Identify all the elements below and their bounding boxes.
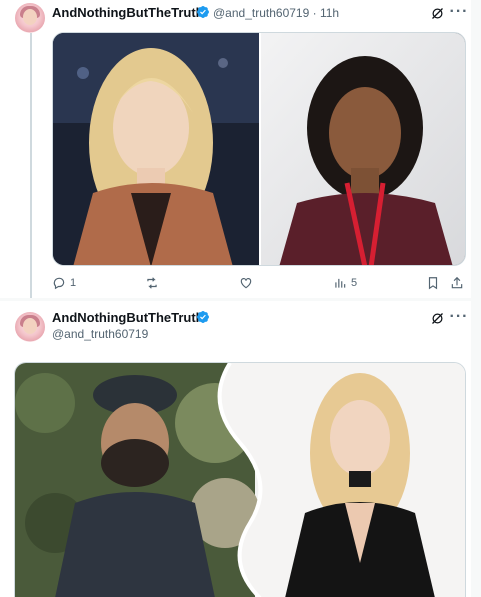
share-icon <box>451 276 463 289</box>
separator: · <box>312 6 317 20</box>
thread-line <box>30 33 32 298</box>
grok-icon[interactable] <box>428 309 446 327</box>
views-button[interactable]: 5 <box>333 274 357 292</box>
handle[interactable]: @and_truth60719 · 11h <box>213 6 339 20</box>
more-icon[interactable]: ··· <box>450 308 468 326</box>
views-count: 5 <box>351 277 358 289</box>
display-name[interactable]: AndNothingButTheTruth <box>52 5 204 20</box>
bookmark-button[interactable] <box>426 274 440 292</box>
tweet-media[interactable] <box>52 32 466 266</box>
verified-badge-icon <box>197 6 209 18</box>
media-photo-pair <box>53 33 465 265</box>
retweet-button[interactable] <box>145 274 163 292</box>
grok-icon[interactable] <box>428 4 446 22</box>
avatar[interactable] <box>15 312 45 342</box>
views-icon <box>335 278 346 288</box>
retweet-icon <box>147 277 157 289</box>
more-icon[interactable]: ··· <box>450 3 468 21</box>
tweet-media[interactable] <box>14 362 466 597</box>
avatar[interactable] <box>15 3 45 33</box>
tweet-1[interactable]: AndNothingButTheTruth @and_truth60719 · … <box>0 0 471 298</box>
reply-button[interactable]: 1 <box>52 274 76 292</box>
verified-badge-icon <box>197 311 209 323</box>
like-button[interactable] <box>239 274 257 292</box>
reply-count: 1 <box>70 277 77 289</box>
like-icon <box>240 278 252 289</box>
tweet-actions: 1 5 <box>52 274 466 292</box>
timestamp[interactable]: 11h <box>320 6 339 20</box>
handle[interactable]: @and_truth60719 <box>52 327 148 341</box>
share-button[interactable] <box>450 274 464 292</box>
media-photo-collage <box>15 363 465 597</box>
bookmark-icon <box>428 277 438 290</box>
reply-icon <box>53 277 65 290</box>
display-name[interactable]: AndNothingButTheTruth <box>52 310 204 325</box>
